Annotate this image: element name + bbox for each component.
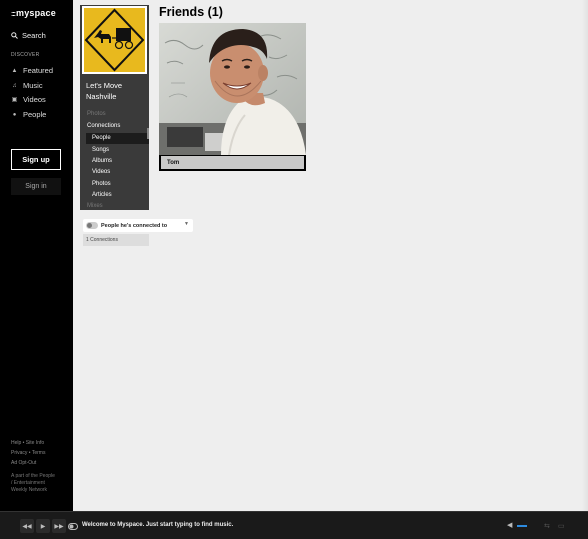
fast-forward-icon: ▶▶ — [54, 523, 64, 530]
play-icon: ▶ — [40, 523, 46, 530]
nav-item-people[interactable]: ● People — [11, 110, 47, 119]
profile-menu-photos[interactable]: Photos — [92, 181, 111, 187]
player-message: Welcome to Myspace. Just start typing to… — [82, 522, 234, 528]
nav-item-label: Music — [23, 81, 43, 90]
music-note-icon: ♫ — [12, 82, 17, 89]
nav-item-label: Featured — [23, 66, 54, 75]
nav-search-label: Search — [22, 31, 46, 40]
volume-slider[interactable] — [517, 525, 527, 527]
amish-buggy-sign-icon — [84, 8, 145, 72]
active-menu-marker — [147, 128, 149, 139]
profile-menu-articles[interactable]: Articles — [92, 192, 112, 198]
friend-card[interactable]: Tom — [159, 23, 306, 171]
volume-icon[interactable]: ◀ — [507, 521, 512, 529]
footer-links: Help • Site Info Privacy • Terms Ad Opt-… — [11, 438, 45, 468]
next-track-button[interactable]: ▶▶ — [52, 519, 66, 533]
profile-menu-photos-disabled: Photos — [87, 111, 106, 117]
nav-item-music[interactable]: ♫ Music — [11, 81, 43, 90]
logo-dots-icon: ::: — [11, 11, 16, 18]
nav-item-label: Videos — [23, 95, 46, 104]
profile-menu-connections[interactable]: Connections — [87, 123, 120, 129]
nav-search[interactable]: Search — [11, 31, 46, 40]
profile-menu-videos[interactable]: Videos — [92, 169, 110, 175]
page-title: Friends (1) — [159, 5, 223, 19]
myspace-logo[interactable]: :::myspace — [11, 8, 56, 18]
profile-name[interactable]: Let's Move Nashville — [86, 80, 146, 102]
friend-name[interactable]: Tom — [161, 156, 304, 169]
connections-count: 1 Connections — [83, 234, 149, 246]
previous-track-button[interactable]: ◀◀ — [20, 519, 34, 533]
discover-heading: DISCOVER — [11, 52, 40, 58]
queue-button[interactable] — [66, 519, 80, 533]
friend-photo[interactable] — [159, 23, 306, 155]
sign-in-button[interactable]: Sign in — [11, 178, 61, 195]
nav-item-featured[interactable]: ▲ Featured — [11, 66, 54, 75]
people-icon: ● — [12, 111, 17, 118]
toggle-icon — [86, 222, 98, 229]
profile-menu-songs[interactable]: Songs — [92, 147, 109, 153]
nav-item-videos[interactable]: ▣ Videos — [11, 95, 46, 104]
footer-about: A part of the People / Entertainment Wee… — [11, 473, 55, 493]
footer-link-privacy[interactable]: Privacy • Terms — [11, 448, 45, 458]
footer-link-adoptout[interactable]: Ad Opt-Out — [11, 458, 45, 468]
profile-menu-albums[interactable]: Albums — [92, 158, 112, 164]
profile-menu-people[interactable]: People — [92, 135, 111, 141]
scrollbar[interactable] — [582, 0, 588, 511]
nav-item-label: People — [23, 110, 47, 119]
connections-filter-label: People he's connected to — [101, 222, 168, 229]
footer-link-help[interactable]: Help • Site Info — [11, 438, 45, 448]
play-button[interactable]: ▶ — [36, 519, 50, 533]
chevron-down-icon: ▼ — [184, 221, 189, 227]
profile-avatar[interactable] — [82, 6, 147, 74]
music-player-bar: ◀◀ ▶ ▶▶ Welcome to Myspace. Just start t… — [0, 511, 588, 539]
toggle-queue-icon — [68, 522, 78, 530]
search-icon — [11, 32, 18, 39]
player-inner: ◀◀ ▶ ▶▶ Welcome to Myspace. Just start t… — [0, 511, 588, 539]
share-icon[interactable]: ⇆ — [544, 522, 550, 530]
flame-icon: ▲ — [11, 67, 18, 74]
profile-menu-mixes: Mixes — [87, 203, 103, 209]
connections-filter-dropdown[interactable]: People he's connected to ▼ — [83, 219, 193, 232]
fullscreen-icon[interactable]: ▭ — [558, 522, 565, 530]
left-nav: :::myspace Search DISCOVER ▲ Featured ♫ … — [0, 0, 73, 511]
rewind-icon: ◀◀ — [22, 523, 32, 530]
profile-panel: Let's Move Nashville Photos Connections … — [80, 5, 149, 210]
sign-up-button[interactable]: Sign up — [11, 149, 61, 170]
video-icon: ▣ — [11, 97, 18, 103]
